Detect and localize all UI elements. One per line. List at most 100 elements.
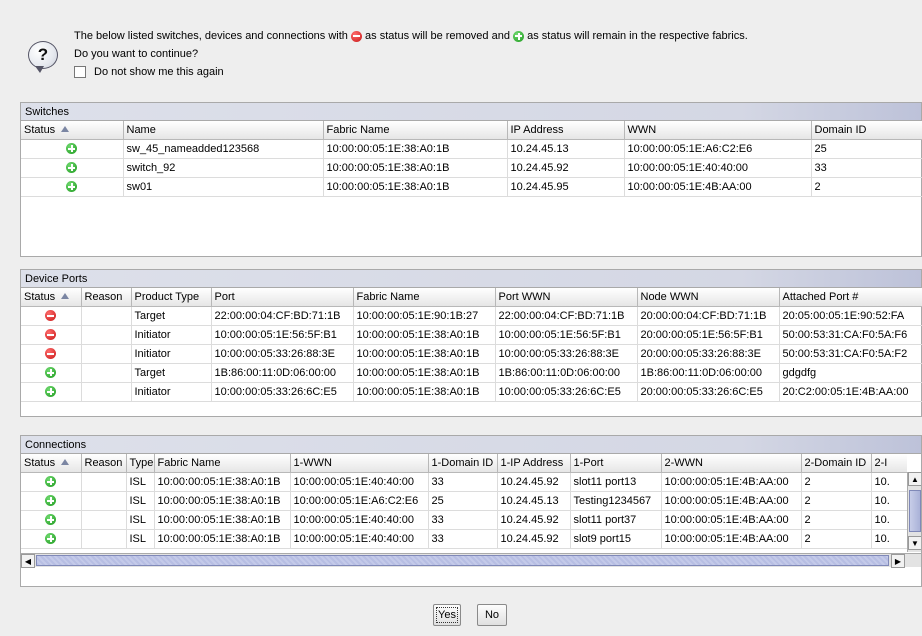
switches-header-row: Status Name Fabric Name IP Address WWN Domain… [21,121,922,140]
scroll-right-arrow-icon[interactable]: ▶ [891,554,905,568]
device-ports-col-1-header[interactable]: Reason [81,288,132,307]
connections-col-label: 1-WWN [293,456,333,469]
switches-cell: 10:00:00:05:1E:4B:AA:00 [624,177,812,197]
status-cell [21,344,82,364]
table-row[interactable]: Initiator 10:00:00:05:33:26:6C:E5 10:00:00… [21,382,922,402]
table-row[interactable]: Target 22:00:00:04:CF:BD:71:1B 10:00:00:05… [21,306,922,326]
switches-col-label: IP Address [510,123,564,136]
switches-col-2-header[interactable]: Fabric Name [323,121,508,140]
switches-cell: switch_92 [123,158,324,178]
connections-horizontal-scrollbar[interactable]: ◀ ▶ [21,553,921,568]
status-cell [21,177,124,197]
connections-vertical-scrollbar[interactable]: ▲ ▼ [907,472,921,552]
device-ports-col-2-header[interactable]: Product Type [131,288,212,307]
device-ports-cell: 20:05:00:05:1E:90:52:FA [779,306,922,326]
connections-cell: 10:00:00:05:1E:38:A0:1B [154,529,291,549]
connections-col-9-header[interactable]: 2-Domain ID [801,454,872,473]
switches-cell: sw01 [123,177,324,197]
vertical-scroll-thumb[interactable] [909,490,921,532]
table-row[interactable]: Initiator 10:00:00:05:33:26:88:3E 10:00:00… [21,344,922,364]
table-row[interactable]: Target 1B:86:00:11:0D:06:00:00 10:00:00:05… [21,363,922,383]
connections-cell: 10:00:00:05:1E:4B:AA:00 [661,491,802,511]
switches-cell: sw_45_nameadded123568 [123,139,324,159]
connections-col-2-header[interactable]: Type [126,454,155,473]
switches-cell: 10:00:00:05:1E:38:A0:1B [323,158,508,178]
dont-show-again-label: Do not show me this again [94,66,224,78]
message-text-2: as status will be removed and [365,30,510,42]
device-ports-cell: Initiator [131,344,212,364]
green-plus-icon [45,386,57,398]
device-ports-cell: Initiator [131,325,212,345]
table-row[interactable]: ISL 10:00:00:05:1E:38:A0:1B 10:00:00:05:1E… [21,472,907,492]
device-ports-header-row: Status Reason Product Type Port Fabric Name P… [21,288,922,307]
status-cell [21,306,82,326]
switches-title: Switches [21,103,921,121]
device-ports-panel: Device Ports Status Reason Product Type Por… [20,269,922,417]
connections-col-6-header[interactable]: 1-IP Address [497,454,571,473]
connections-col-8-header[interactable]: 2-WWN [661,454,802,473]
dont-show-again-checkbox[interactable] [74,66,86,78]
device-ports-cell: 10:00:00:05:1E:56:5F:B1 [211,325,354,345]
switches-col-5-header[interactable]: Domain ID [811,121,922,140]
green-plus-icon [45,476,57,488]
device-ports-col-3-header[interactable]: Port [211,288,354,307]
table-row[interactable]: sw_45_nameadded123568 10:00:00:05:1E:38:A… [21,139,922,159]
connections-panel: Connections Status Reason Type Fabric Name 1… [20,435,922,587]
connections-col-label: Status [24,456,56,469]
no-button[interactable]: No [477,604,507,626]
table-row[interactable]: switch_92 10:00:00:05:1E:38:A0:1B 10.24.45… [21,158,922,178]
green-plus-icon [45,533,57,545]
table-row[interactable]: ISL 10:00:00:05:1E:38:A0:1B 10:00:00:05:1E… [21,510,907,530]
scroll-down-arrow-icon[interactable]: ▼ [908,536,921,550]
connections-col-3-header[interactable]: Fabric Name [154,454,291,473]
connections-title: Connections [21,436,921,454]
device-ports-col-label: Product Type [134,290,200,303]
sort-ascending-icon [61,458,70,465]
device-ports-col-0-header[interactable]: Status [21,288,82,307]
switches-cell: 10:00:00:05:1E:38:A0:1B [323,177,508,197]
switches-cell: 10:00:00:05:1E:A6:C2:E6 [624,139,812,159]
connections-cell: 25 [428,491,498,511]
status-cell [21,382,82,402]
connections-col-5-header[interactable]: 1-Domain ID [428,454,498,473]
table-row[interactable]: Initiator 10:00:00:05:1E:56:5F:B1 10:00:00… [21,325,922,345]
yes-button[interactable]: Yes [433,604,461,626]
scroll-left-arrow-icon[interactable]: ◀ [21,554,35,568]
device-ports-cell [81,306,132,326]
switches-col-0-header[interactable]: Status [21,121,124,140]
table-row[interactable]: ISL 10:00:00:05:1E:38:A0:1B 10:00:00:05:1E… [21,491,907,511]
connections-col-label: Type [129,456,154,469]
device-ports-col-5-header[interactable]: Port WWN [495,288,638,307]
status-cell [21,363,82,383]
dont-show-again-option[interactable]: Do not show me this again [74,66,224,78]
scroll-up-arrow-icon[interactable]: ▲ [908,472,921,486]
connections-col-4-header[interactable]: 1-WWN [290,454,429,473]
connections-col-1-header[interactable]: Reason [81,454,127,473]
switches-col-1-header[interactable]: Name [123,121,324,140]
device-ports-cell: 1B:86:00:11:0D:06:00:00 [637,363,780,383]
device-ports-cell: 10:00:00:05:1E:38:A0:1B [353,344,496,364]
connections-col-0-header[interactable]: Status [21,454,82,473]
message-text-1: The below listed switches, devices and c… [74,30,348,42]
device-ports-col-6-header[interactable]: Node WWN [637,288,780,307]
device-ports-col-label: Port [214,290,235,303]
device-ports-col-4-header[interactable]: Fabric Name [353,288,496,307]
status-cell [21,529,82,549]
switches-col-3-header[interactable]: IP Address [507,121,625,140]
green-plus-icon [45,367,57,379]
switches-cell: 25 [811,139,922,159]
sort-ascending-icon [61,125,70,132]
connections-cell [81,529,127,549]
connections-cell: slot11 port37 [570,510,662,530]
device-ports-cell: 20:00:00:05:1E:56:5F:B1 [637,325,780,345]
switches-cell: 10.24.45.13 [507,139,625,159]
connections-cell: ISL [126,472,155,492]
device-ports-col-7-header[interactable]: Attached Port # [779,288,922,307]
connections-col-7-header[interactable]: 1-Port [570,454,662,473]
table-row[interactable]: ISL 10:00:00:05:1E:38:A0:1B 10:00:00:05:1E… [21,529,907,549]
switches-col-4-header[interactable]: WWN [624,121,812,140]
horizontal-scroll-thumb[interactable] [36,555,889,566]
table-row[interactable]: sw01 10:00:00:05:1E:38:A0:1B 10.24.45.95 10… [21,177,922,197]
connections-cell: 10. [871,472,907,492]
connections-col-10-header[interactable]: 2-I [871,454,907,473]
